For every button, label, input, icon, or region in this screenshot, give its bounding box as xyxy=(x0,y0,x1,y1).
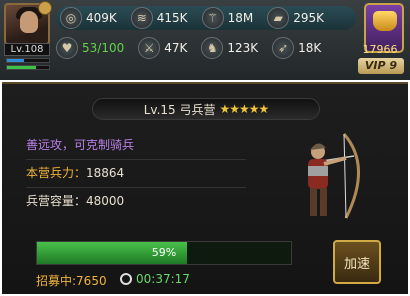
experience-bar xyxy=(6,58,50,63)
top-hud: Lv.108 ◎ 409K ≋ 415K ⚚ 18M ▰ 295K ♥ 53/1… xyxy=(0,0,410,80)
resource-wood[interactable]: ≋ 415K xyxy=(130,6,188,30)
barracks-title-bar: Lv.15 弓兵营 ★★★★★ xyxy=(92,98,320,120)
resource-silver[interactable]: ◎ 409K xyxy=(60,6,117,30)
resource-value: 295K xyxy=(293,11,324,25)
progress-percent: 59% xyxy=(151,246,177,259)
bow-icon: ➶ xyxy=(272,37,295,59)
resource-cavalry[interactable]: ♞ 123K xyxy=(201,36,258,60)
resource-value: 18M xyxy=(227,11,254,25)
vip-badge[interactable]: VIP 9 xyxy=(358,58,404,74)
barracks-title: Lv.15 弓兵营 xyxy=(143,102,216,117)
gold-ingot-icon xyxy=(373,11,397,31)
heart-icon: ♥ xyxy=(56,37,78,59)
timer-value: 00:37:17 xyxy=(136,272,190,286)
player-avatar[interactable] xyxy=(4,1,52,45)
avatar-face xyxy=(20,11,38,33)
barracks-description: 善远攻，可克制骑兵 xyxy=(26,136,246,160)
player-level: Lv.108 xyxy=(4,43,50,56)
capacity-label: 兵营容量： xyxy=(26,194,87,208)
gold-value: 17966 xyxy=(362,43,398,56)
silver-coin-icon: ◎ xyxy=(60,7,82,29)
iron-icon: ▰ xyxy=(267,7,290,29)
resource-food[interactable]: ⚚ 18M xyxy=(201,6,254,30)
resource-value: 415K xyxy=(156,11,188,25)
resource-archers[interactable]: ➶ 18K xyxy=(272,36,321,60)
wheat-icon: ⚚ xyxy=(201,7,224,29)
horse-icon: ♞ xyxy=(201,37,224,59)
resource-value: 18K xyxy=(298,41,322,55)
wood-icon: ≋ xyxy=(130,7,153,29)
troops-label: 本营兵力： xyxy=(26,166,87,180)
resource-stamina[interactable]: ♥ 53/100 xyxy=(56,36,124,60)
troops-value: 18864 xyxy=(86,166,125,180)
archer-unit-icon xyxy=(308,133,360,219)
capacity-value: 48000 xyxy=(86,194,125,208)
troops-row: 本营兵力：18864 xyxy=(26,164,246,188)
training-timer: 00:37:17 xyxy=(120,272,190,286)
resource-bar-top: ◎ 409K ≋ 415K ⚚ 18M ▰ 295K xyxy=(56,6,356,30)
resource-bar-bottom: ♥ 53/100 ⚔ 47K ♞ 123K ➶ 18K xyxy=(56,36,335,60)
resource-value: 409K xyxy=(86,11,117,25)
resource-infantry[interactable]: ⚔ 47K xyxy=(138,36,187,60)
resource-value: 123K xyxy=(227,41,259,55)
training-progress-bar: 59% xyxy=(36,241,292,265)
barracks-panel: Lv.15 弓兵营 ★★★★★ 善远攻，可克制骑兵 本营兵力：18864 兵营容… xyxy=(2,82,408,294)
sword-icon: ⚔ xyxy=(138,37,161,59)
avatar-badge-icon xyxy=(38,1,52,15)
resource-iron[interactable]: ▰ 295K xyxy=(267,6,324,30)
resource-value: 53/100 xyxy=(82,41,125,55)
recruiting-count: 招募中:7650 xyxy=(36,274,107,288)
resource-value: 47K xyxy=(164,41,188,55)
speed-up-button[interactable]: 加速 xyxy=(333,240,381,284)
capacity-row: 兵营容量：48000 xyxy=(26,192,246,209)
star-rating: ★★★★★ xyxy=(219,102,269,116)
stamina-bar xyxy=(6,65,50,70)
clock-icon xyxy=(120,273,132,285)
